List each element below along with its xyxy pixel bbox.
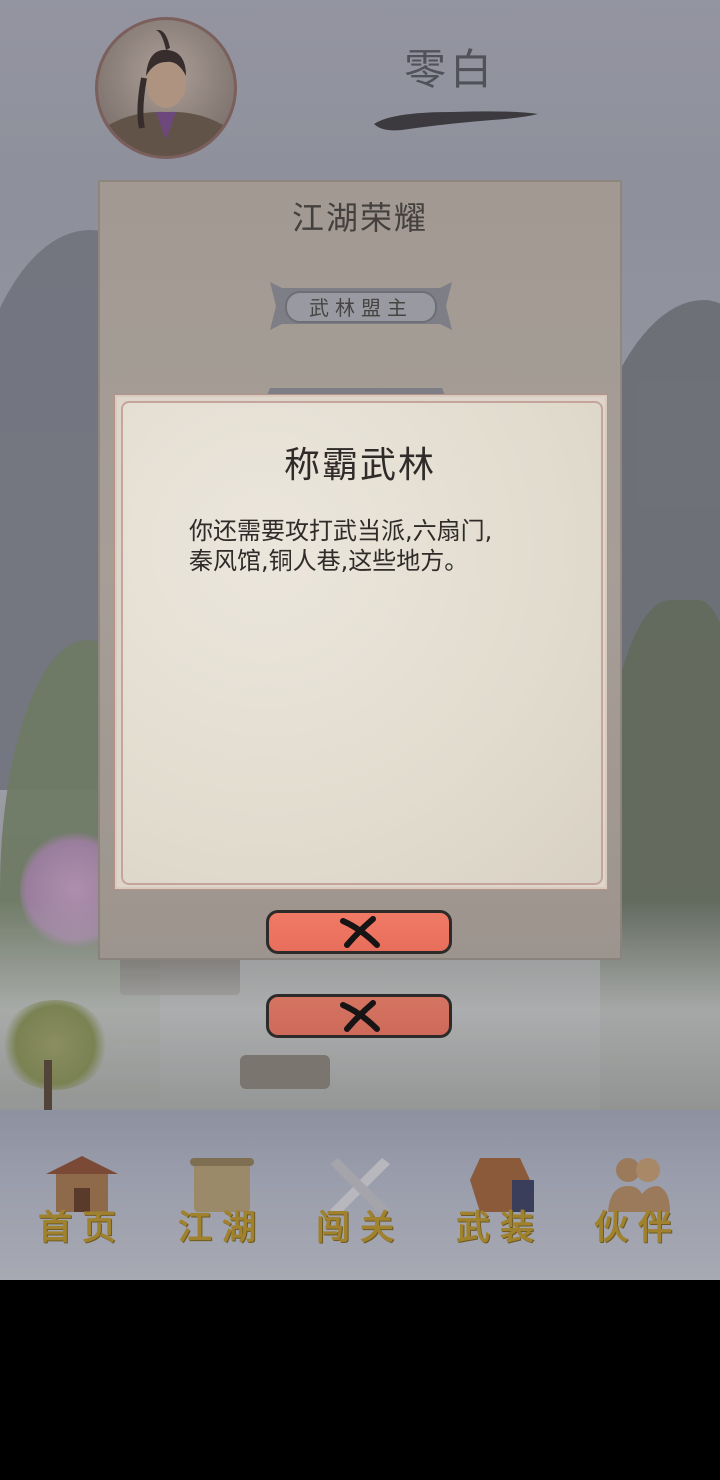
game-screen: 零白 江湖荣耀 武林盟主 称霸武林 你还需要攻打武当派,六扇门, 秦风馆,铜人巷… (0, 0, 720, 1280)
dialog-title: 称霸武林 (283, 445, 436, 486)
nav-item-home[interactable]: 首页 (22, 1140, 142, 1250)
panel-close-button[interactable] (266, 994, 452, 1038)
dialog-message-line: 秦风馆,铜人巷,这些地方。 (189, 547, 469, 575)
close-x-icon (340, 916, 380, 948)
nav-label: 闯关 (316, 1208, 404, 1248)
nav-label: 江湖 (178, 1208, 266, 1248)
nav-item-companions[interactable]: 伙伴 (578, 1140, 698, 1250)
dialog-close-button[interactable] (266, 910, 452, 954)
nav-label: 武装 (456, 1208, 544, 1248)
nav-label: 首页 (38, 1208, 126, 1248)
close-x-icon (340, 1000, 380, 1032)
nav-item-challenge[interactable]: 闯关 (300, 1140, 420, 1250)
dialog-message-line: 你还需要攻打武当派,六扇门, (189, 517, 493, 545)
nav-item-jianghu[interactable]: 江湖 (162, 1140, 282, 1250)
nav-label: 伙伴 (594, 1208, 682, 1248)
nav-item-armor[interactable]: 武装 (440, 1140, 560, 1250)
